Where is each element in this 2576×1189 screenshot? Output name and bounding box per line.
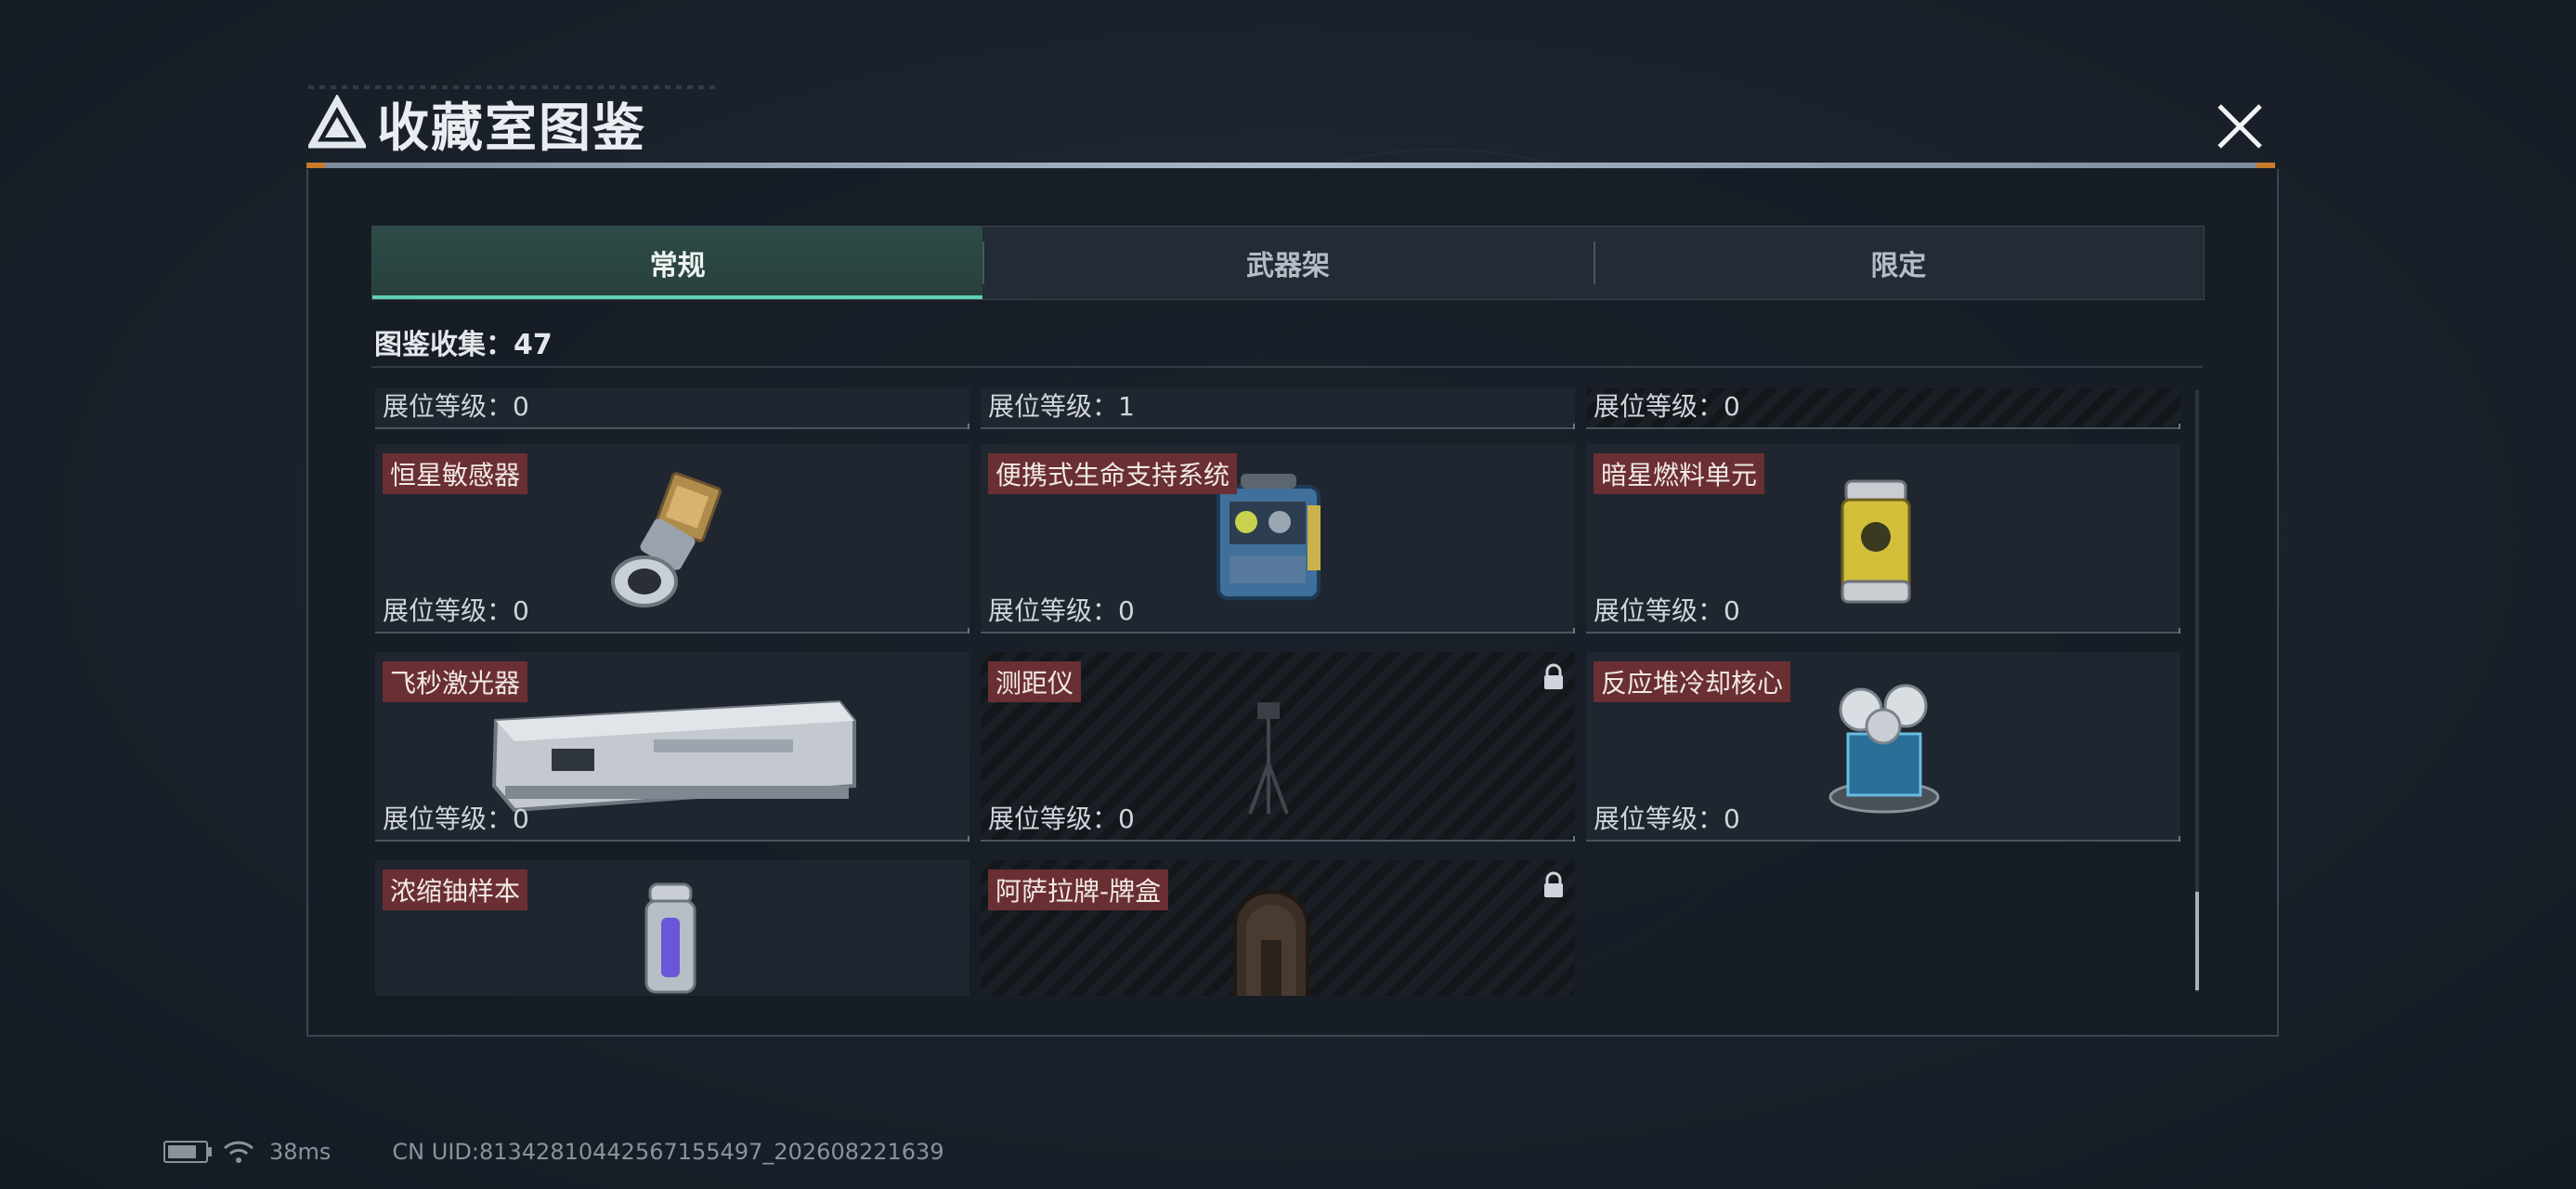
item-name: 反应堆冷却核心 — [1594, 661, 1791, 702]
item-card-partial-2[interactable]: 展位等级：1 — [981, 388, 1575, 429]
item-level: 展位等级：0 — [1594, 391, 1740, 422]
wifi-icon — [223, 1141, 254, 1163]
star-sensor-icon — [611, 472, 722, 608]
tab-limited[interactable]: 限定 — [1593, 227, 2204, 299]
item-level: 展位等级：0 — [383, 595, 529, 626]
item-level: 展位等级：0 — [383, 804, 529, 834]
tab-bar: 常规 武器架 限定 — [371, 226, 2205, 300]
card-underline — [375, 836, 969, 842]
item-card-reactor-core[interactable]: 反应堆冷却核心 展位等级：0 — [1586, 652, 2180, 842]
collection-logo-icon — [308, 95, 366, 149]
lock-icon — [1544, 871, 1563, 897]
item-card-uranium-sample[interactable]: 浓缩铀样本 — [375, 860, 969, 996]
item-level: 展位等级：0 — [988, 804, 1135, 834]
item-name: 测距仪 — [988, 661, 1082, 702]
card-underline — [375, 628, 969, 634]
item-card-partial-1[interactable]: 展位等级：0 — [375, 388, 969, 429]
card-underline — [1586, 836, 2180, 842]
ping-value: 38ms — [269, 1139, 332, 1165]
laser-icon — [491, 699, 856, 813]
header-divider — [306, 163, 2275, 168]
status-bar: 38ms CN UID:8134281044256715549​7_202608… — [163, 1139, 944, 1165]
collection-count: 图鉴收集：47 — [374, 329, 553, 361]
item-level: 展位等级：0 — [1594, 804, 1740, 834]
battery-icon — [163, 1141, 212, 1163]
card-box-icon — [1233, 890, 1309, 996]
item-level: 展位等级：0 — [1594, 595, 1740, 626]
tab-weapon-rack[interactable]: 武器架 — [982, 227, 1593, 299]
reactor-core-icon — [1828, 684, 1940, 814]
fuel-cell-icon — [1841, 479, 1911, 604]
item-level: 展位等级：0 — [383, 391, 529, 422]
page-header: 收藏室图鉴 — [308, 91, 646, 159]
item-name: 浓缩铀样本 — [383, 869, 528, 910]
item-name: 恒星敏感器 — [383, 453, 528, 494]
lock-icon — [1544, 663, 1563, 689]
uranium-icon — [644, 882, 696, 994]
item-grid: 展位等级：0 展位等级：1 展位等级：0 恒星敏感器 展位等级：0 便携式生命支… — [375, 388, 2180, 996]
item-card-rangefinder[interactable]: 测距仪 展位等级：0 — [981, 652, 1575, 842]
item-name: 暗星燃料单元 — [1594, 453, 1765, 494]
item-card-card-box[interactable]: 阿萨拉牌-牌盒 — [981, 860, 1575, 996]
section-divider — [371, 366, 2203, 368]
item-card-partial-3[interactable]: 展位等级：0 — [1586, 388, 2180, 429]
item-name: 飞秒激光器 — [383, 661, 528, 702]
close-icon[interactable] — [2212, 98, 2268, 154]
tab-regular[interactable]: 常规 — [372, 227, 983, 299]
item-level: 展位等级：0 — [988, 595, 1135, 626]
item-level: 展位等级：1 — [988, 391, 1135, 422]
card-underline — [981, 628, 1575, 634]
item-name: 便携式生命支持系统 — [988, 453, 1238, 494]
item-card-life-support[interactable]: 便携式生命支持系统 展位等级：0 — [981, 444, 1575, 634]
item-card-dark-star-fuel[interactable]: 暗星燃料单元 展位等级：0 — [1586, 444, 2180, 634]
item-card-fs-laser[interactable]: 飞秒激光器 展位等级：0 — [375, 652, 969, 842]
user-uid: CN UID:8134281044256715549​7_20260822163… — [392, 1139, 944, 1165]
card-underline — [981, 836, 1575, 842]
card-underline — [1586, 424, 2180, 429]
card-underline — [375, 424, 969, 429]
rangefinder-icon — [1248, 702, 1289, 815]
card-underline — [981, 424, 1575, 429]
card-underline — [1586, 628, 2180, 634]
page-title: 收藏室图鉴 — [377, 98, 646, 159]
item-card-star-sensor[interactable]: 恒星敏感器 展位等级：0 — [375, 444, 969, 634]
scrollbar-thumb[interactable] — [2195, 892, 2199, 990]
item-name: 阿萨拉牌-牌盒 — [988, 869, 1169, 910]
